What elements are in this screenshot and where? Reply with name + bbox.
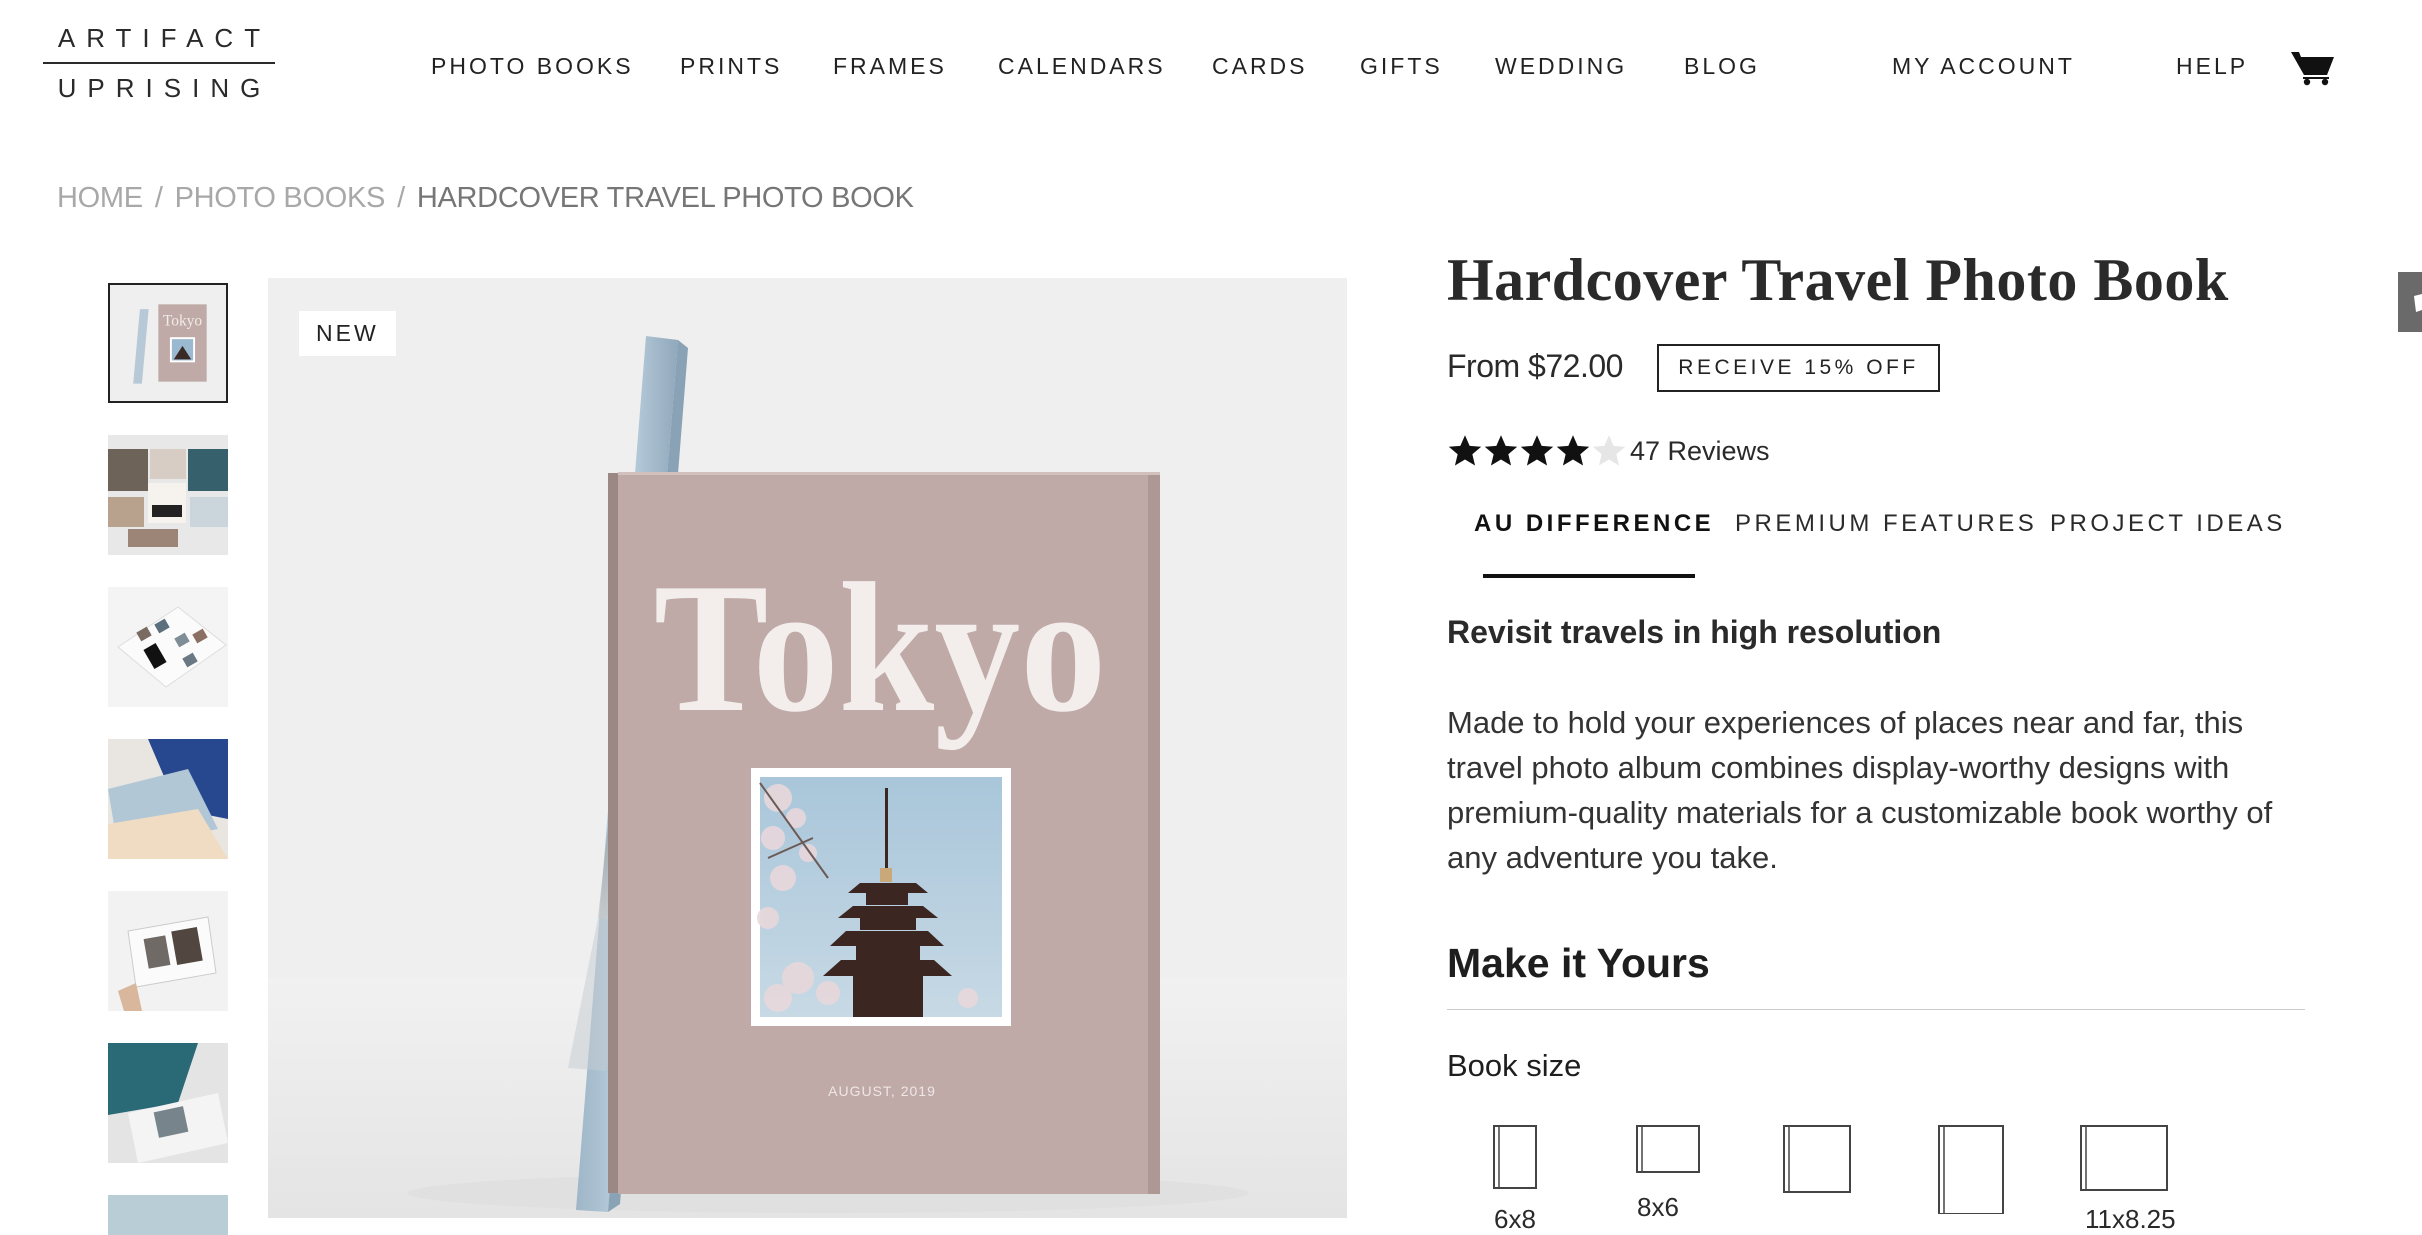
thumbnail-3[interactable] — [108, 587, 228, 707]
svg-text:Tokyo: Tokyo — [163, 313, 203, 330]
site-header: ARTIFACT UPRISING PHOTO BOOKS PRINTS FRA… — [0, 0, 2422, 130]
section-divider — [1447, 1009, 2305, 1010]
nav-blog[interactable]: BLOG — [1684, 53, 1760, 80]
tab-project-ideas[interactable]: PROJECT IDEAS — [2050, 510, 2286, 538]
thumbnail-1[interactable]: Tokyo — [108, 283, 228, 403]
active-tab-indicator — [1483, 574, 1695, 578]
size-label: 11x8.25 — [2085, 1204, 2176, 1234]
info-tabs: AU DIFFERENCE PREMIUM FEATURES PROJECT I… — [1447, 510, 2307, 580]
cover-title: Tokyo — [654, 544, 1107, 751]
breadcrumb-separator: / — [397, 182, 405, 214]
book-size-label: Book size — [1447, 1048, 1582, 1083]
star-filled-icon — [1484, 435, 1518, 466]
receive-discount-button[interactable]: RECEIVE 15% OFF — [1657, 344, 1940, 392]
nav-photo-books[interactable]: PHOTO BOOKS — [431, 53, 634, 80]
tab-content-body: Made to hold your experiences of places … — [1447, 705, 2273, 875]
star-filled-icon — [1448, 435, 1482, 466]
breadcrumb-current: HARDCOVER TRAVEL PHOTO BOOK — [416, 182, 914, 214]
logo-line-2: UPRISING — [57, 73, 272, 103]
new-badge: NEW — [299, 311, 396, 356]
nav-wedding[interactable]: WEDDING — [1495, 53, 1627, 80]
book-size-icon — [1493, 1125, 1537, 1189]
book-size-icon — [1783, 1125, 1851, 1193]
cart-icon[interactable] — [2290, 48, 2336, 86]
breadcrumb: HOME / PHOTO BOOKS / HARDCOVER TRAVEL PHOTO … — [57, 182, 914, 215]
nav-gifts[interactable]: GIFTS — [1360, 53, 1443, 80]
nav-calendars[interactable]: CALENDARS — [998, 53, 1166, 80]
star-icon — [2414, 294, 2422, 312]
product-title: Hardcover Travel Photo Book — [1447, 247, 2229, 313]
thumbnail-5[interactable] — [108, 891, 228, 1011]
book-size-icon — [1636, 1125, 1700, 1173]
nav-my-account[interactable]: MY ACCOUNT — [1892, 53, 2075, 80]
logo-line-1: ARTIFACT — [57, 23, 272, 53]
thumbnail-2[interactable] — [108, 435, 228, 555]
tab-au-difference[interactable]: AU DIFFERENCE — [1474, 510, 1714, 538]
star-filled-icon — [1520, 435, 1554, 466]
size-label: 8x6 — [1637, 1192, 1679, 1222]
main-product-image[interactable]: Tokyo AUGUST, 2019 NEW — [268, 278, 1347, 1218]
cover-date: AUGUST, 2019 — [828, 1083, 936, 1099]
breadcrumb-separator: / — [154, 182, 163, 214]
size-label: 6x8 — [1494, 1204, 1536, 1234]
nav-prints[interactable]: PRINTS — [680, 53, 782, 80]
customize-heading: Make it Yours — [1447, 940, 1710, 986]
feedback-side-tab[interactable] — [2398, 272, 2422, 332]
breadcrumb-photo-books[interactable]: PHOTO BOOKS — [175, 182, 386, 214]
product-price: From $72.00 — [1447, 348, 1623, 384]
nav-help[interactable]: HELP — [2176, 53, 2248, 80]
logo-rule — [43, 62, 275, 64]
nav-cards[interactable]: CARDS — [1212, 53, 1308, 80]
thumbnail-6[interactable] — [108, 1043, 228, 1163]
tab-premium-features[interactable]: PREMIUM FEATURES — [1735, 510, 2037, 538]
size-option-6x8[interactable]: 6x8 — [1490, 1124, 1540, 1234]
book-illustration: Tokyo AUGUST, 2019 — [268, 278, 1347, 1218]
reviews-link[interactable]: 47 Reviews — [1630, 436, 1770, 467]
breadcrumb-home[interactable]: HOME — [57, 182, 143, 214]
size-option-portrait-large[interactable] — [1937, 1124, 2005, 1219]
star-filled-icon — [1556, 435, 1590, 466]
book-size-icon — [1938, 1125, 2004, 1215]
book-size-icon — [2080, 1125, 2168, 1191]
brand-logo[interactable]: ARTIFACT UPRISING — [43, 22, 275, 104]
size-option-11x8-25[interactable]: 11x8.25 — [2079, 1124, 2176, 1234]
tab-content-heading: Revisit travels in high resolution — [1447, 614, 1942, 650]
size-option-square[interactable] — [1782, 1124, 1852, 1199]
thumbnail-7[interactable] — [108, 1195, 228, 1235]
size-option-8x6[interactable]: 8x6 — [1635, 1124, 1701, 1222]
star-empty-icon — [1592, 435, 1626, 466]
nav-frames[interactable]: FRAMES — [833, 53, 947, 80]
thumbnail-4[interactable] — [108, 739, 228, 859]
